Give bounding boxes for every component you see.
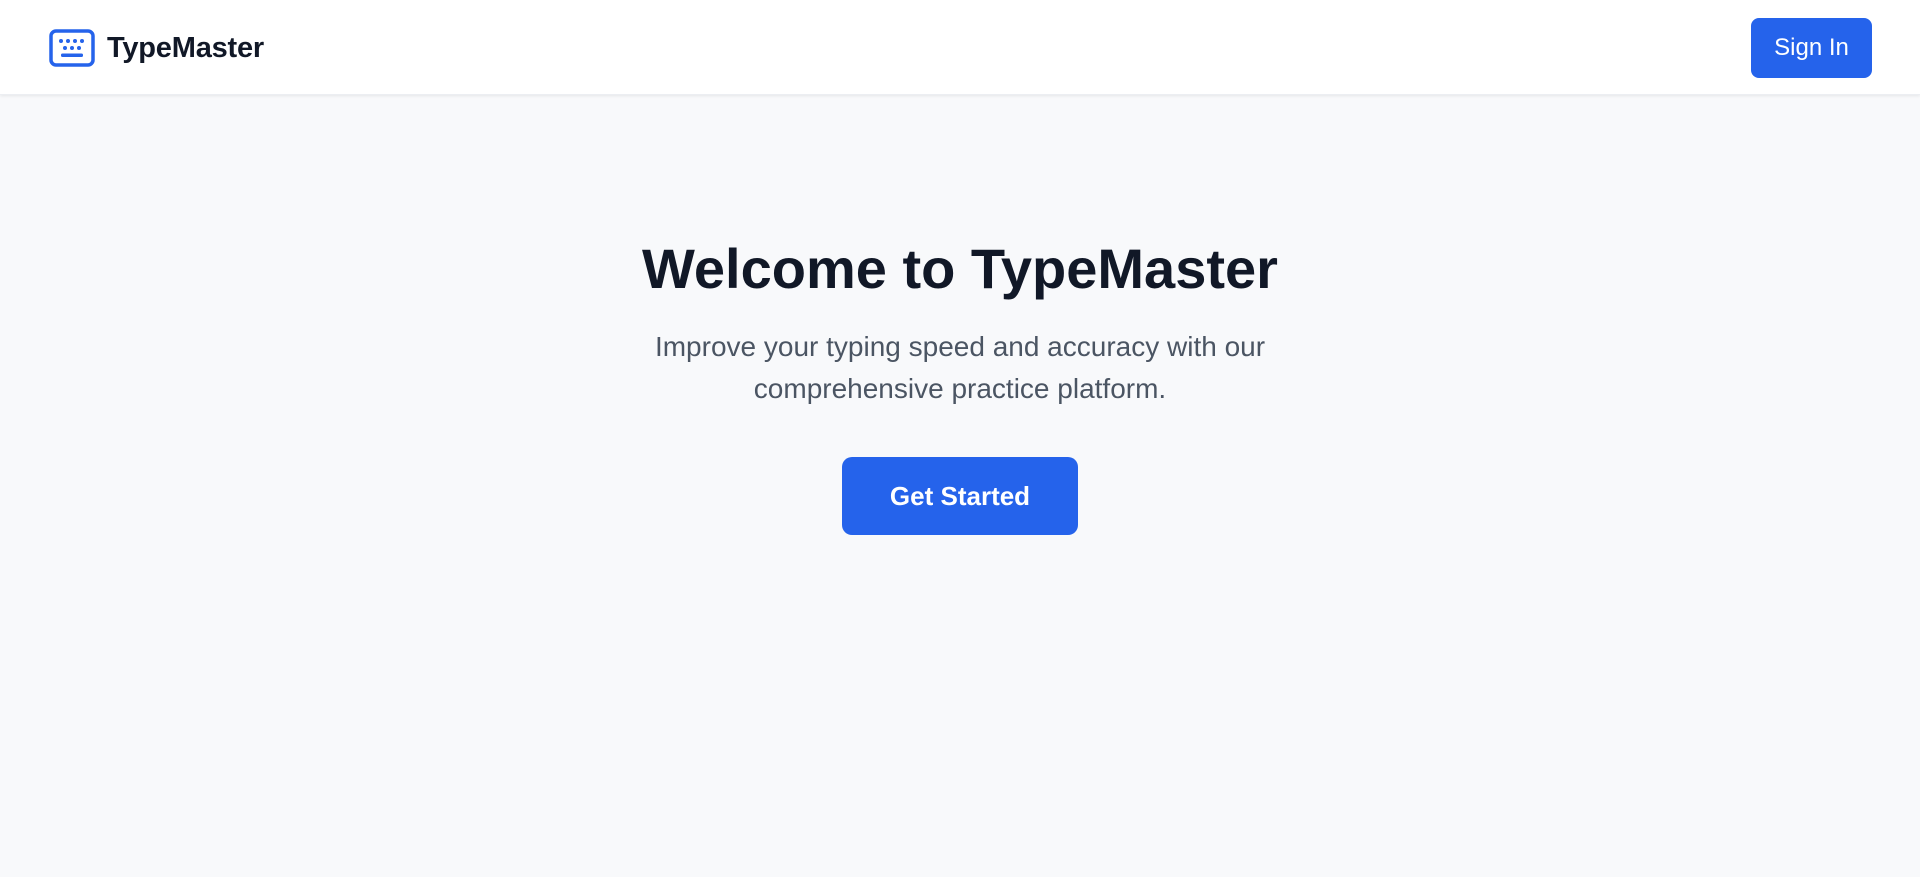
- top-navbar: TypeMaster Sign In: [0, 0, 1920, 95]
- brand[interactable]: TypeMaster: [49, 29, 264, 67]
- hero-title: Welcome to TypeMaster: [642, 237, 1278, 300]
- brand-name: TypeMaster: [107, 31, 265, 64]
- hero-subtitle: Improve your typing speed and accuracy w…: [654, 331, 1266, 404]
- sign-in-button[interactable]: Sign In: [1751, 18, 1872, 78]
- get-started-button[interactable]: Get Started: [842, 457, 1078, 535]
- keyboard-icon: [49, 29, 95, 67]
